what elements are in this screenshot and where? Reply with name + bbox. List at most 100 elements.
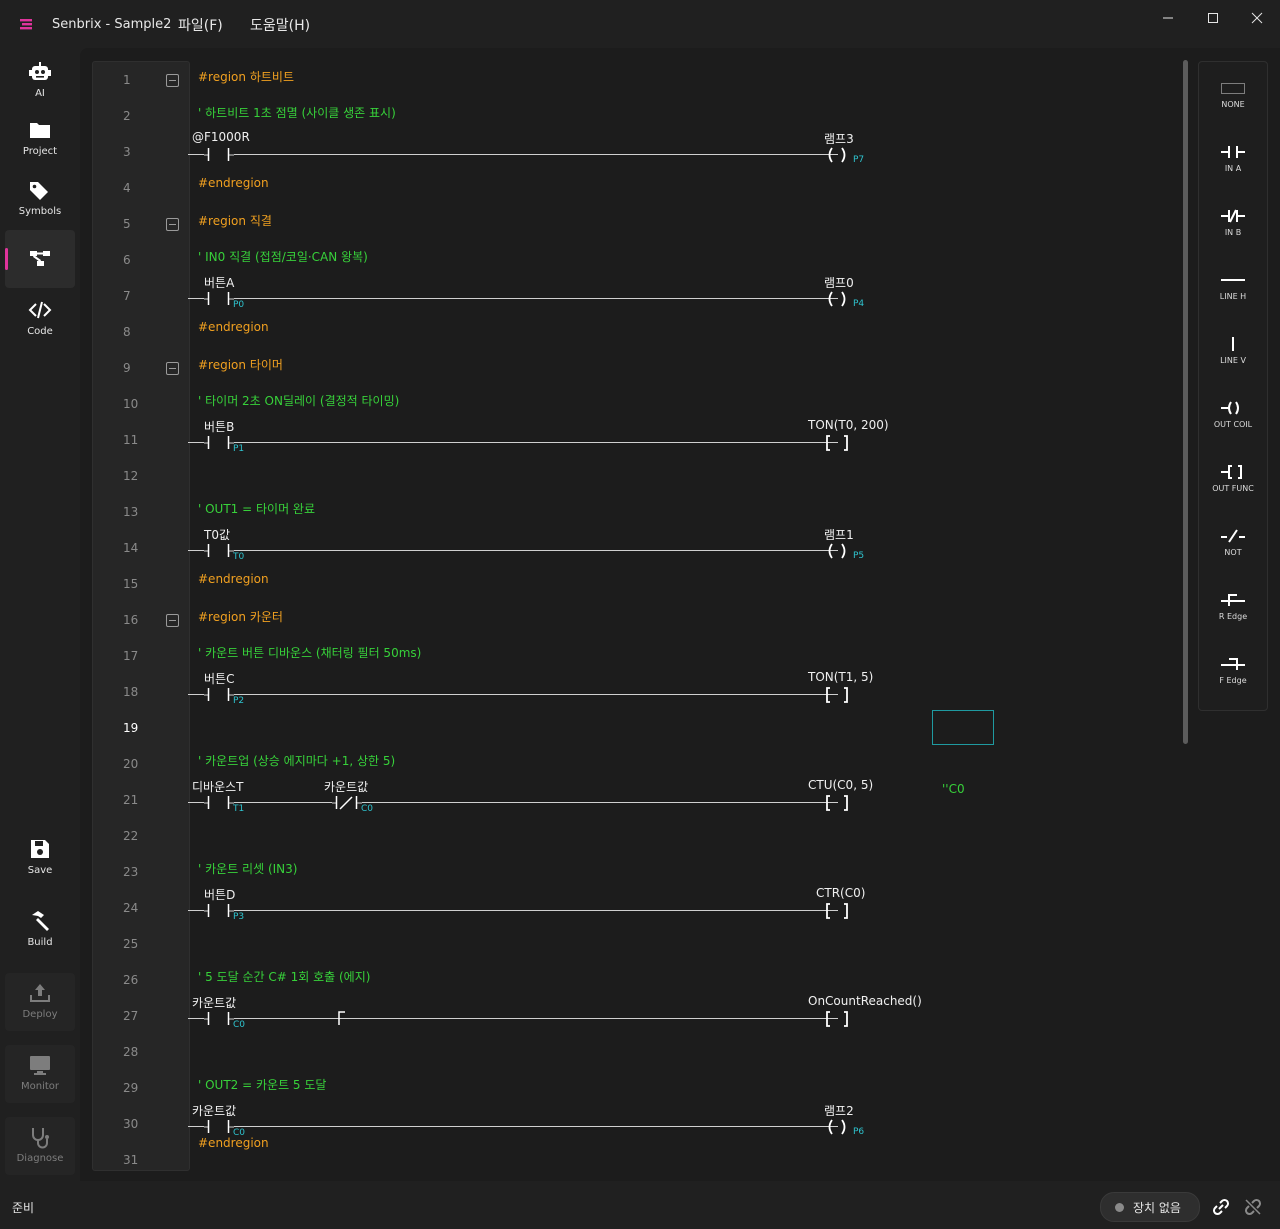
sidebar-item-deploy[interactable]: Deploy xyxy=(5,973,75,1031)
region-end[interactable]: #endregion xyxy=(198,176,269,190)
rung-comment[interactable]: ' 카운트업 (상승 에지마다 +1, 상한 5) xyxy=(198,752,395,769)
palette-in-a[interactable]: IN A xyxy=(1199,126,1267,190)
rung-comment[interactable]: ' OUT1 = 타이머 완료 xyxy=(198,500,315,517)
sidebar-item-project[interactable]: Project xyxy=(5,110,75,168)
side-comment[interactable]: ''C0 xyxy=(942,782,965,796)
output-coil-element[interactable] xyxy=(824,291,852,307)
region-start[interactable]: #region 직결 xyxy=(198,212,272,229)
rising-edge-element[interactable] xyxy=(336,1010,348,1026)
rung-comment[interactable]: ' 타이머 2초 ON딜레이 (결정적 타이밍) xyxy=(198,392,399,409)
palette-not[interactable]: NOT xyxy=(1199,510,1267,574)
monitor-icon xyxy=(30,1056,50,1075)
sidebar-item-ladder[interactable] xyxy=(5,230,75,288)
output-address: P5 xyxy=(853,551,865,561)
rung-wire xyxy=(188,1018,838,1019)
region-start[interactable]: #region 카운터 xyxy=(198,608,283,625)
line-number: 25 xyxy=(123,937,139,951)
output-func-element[interactable] xyxy=(824,795,852,811)
rung-comment[interactable]: ' 카운트 리셋 (IN3) xyxy=(198,860,297,877)
line-number: 5 xyxy=(123,217,131,231)
palette-none[interactable]: NONE xyxy=(1199,62,1267,126)
fold-toggle[interactable] xyxy=(166,218,179,231)
ladder-editor[interactable]: 1 2 3 4 5 6 7 8 9 10 11 12 13 14 15 16 17 18 19 20 21 22 23 24 2… xyxy=(80,48,1280,1181)
contact-a-element[interactable] xyxy=(204,434,234,452)
output-func-element[interactable] xyxy=(824,1011,852,1027)
line-number: 23 xyxy=(123,865,139,879)
close-button[interactable] xyxy=(1237,6,1277,30)
sidebar-item-build[interactable]: Build xyxy=(5,901,75,959)
region-start[interactable]: #region 하트비트 xyxy=(198,68,294,85)
disconnect-link-icon[interactable] xyxy=(1244,1198,1262,1216)
fold-toggle[interactable] xyxy=(166,362,179,375)
title-bar: Senbrix - Sample2 파일(F) 도움말(H) xyxy=(0,0,1280,48)
contact-a-element[interactable] xyxy=(204,794,234,812)
sidebar-item-diagnose[interactable]: Diagnose xyxy=(5,1117,75,1175)
fold-toggle[interactable] xyxy=(166,614,179,627)
output-func-element[interactable] xyxy=(824,687,852,703)
region-end[interactable]: #endregion xyxy=(198,1136,269,1150)
contact-b-element[interactable] xyxy=(332,794,362,812)
sidebar-item-label: Code xyxy=(27,326,53,337)
contact-a-element[interactable] xyxy=(204,542,234,560)
palette-f-edge[interactable]: F Edge xyxy=(1199,638,1267,702)
palette-out-coil[interactable]: OUT COIL xyxy=(1199,382,1267,446)
output-label: CTR(C0) xyxy=(816,886,866,900)
rung-comment[interactable]: ' OUT2 = 카운트 5 도달 xyxy=(198,1076,326,1093)
rung-comment[interactable]: ' 5 도달 순간 C# 1회 호출 (에지) xyxy=(198,968,370,985)
contact-a-element[interactable] xyxy=(204,1010,234,1028)
line-number: 18 xyxy=(123,685,139,699)
vertical-scrollbar[interactable] xyxy=(1183,60,1188,744)
sidebar-item-code[interactable]: Code xyxy=(5,290,75,348)
output-coil-element[interactable] xyxy=(824,147,852,163)
contact-a-element[interactable] xyxy=(204,290,234,308)
contact-b-icon xyxy=(1221,209,1245,223)
sidebar-item-symbols[interactable]: Symbols xyxy=(5,170,75,228)
output-func-element[interactable] xyxy=(824,903,852,919)
contact-label: 버튼C xyxy=(204,672,235,686)
sidebar-item-monitor[interactable]: Monitor xyxy=(5,1045,75,1103)
output-func-element[interactable] xyxy=(824,435,852,451)
app-title: Senbrix - Sample2 xyxy=(52,17,172,32)
folder-icon xyxy=(30,123,50,138)
minimize-icon xyxy=(1163,17,1173,19)
contact-a-element[interactable] xyxy=(204,902,234,920)
cell-cursor[interactable] xyxy=(932,710,994,745)
palette-in-b[interactable]: IN B xyxy=(1199,190,1267,254)
contact-a-element[interactable] xyxy=(204,146,234,164)
contact-a-element[interactable] xyxy=(204,1118,234,1136)
minimize-button[interactable] xyxy=(1148,6,1188,30)
sidebar-item-label: Symbols xyxy=(18,206,62,217)
sidebar-item-label: Project xyxy=(22,146,58,157)
rung-comment[interactable]: ' IN0 직결 (접점/코일·CAN 왕복) xyxy=(198,248,368,265)
device-status-badge[interactable]: 장치 없음 xyxy=(1100,1192,1200,1222)
hammer-icon xyxy=(32,911,49,931)
output-coil-element[interactable] xyxy=(824,1119,852,1135)
contact-label: @F1000R xyxy=(192,130,250,144)
menu-file[interactable]: 파일(F) xyxy=(178,15,223,35)
region-start[interactable]: #region 타이머 xyxy=(198,356,283,373)
sidebar-item-ai[interactable]: AI xyxy=(5,52,75,110)
palette-line-v[interactable]: LINE V xyxy=(1199,318,1267,382)
contact-label: 카운트값 xyxy=(192,996,237,1010)
rung-comment[interactable]: ' 카운트 버튼 디바운스 (채터링 필터 50ms) xyxy=(198,644,421,661)
connect-link-icon[interactable] xyxy=(1212,1198,1230,1216)
contact-a-element[interactable] xyxy=(204,686,234,704)
rung-wire xyxy=(188,550,838,551)
maximize-button[interactable] xyxy=(1193,6,1233,30)
robot-icon xyxy=(29,62,51,80)
menu-help[interactable]: 도움말(H) xyxy=(250,15,310,35)
rung-comment[interactable]: ' 하트비트 1초 점멸 (사이클 생존 표시) xyxy=(198,104,396,121)
palette-out-func[interactable]: OUT FUNC xyxy=(1199,446,1267,510)
fold-toggle[interactable] xyxy=(166,74,179,87)
palette-line-h[interactable]: LINE H xyxy=(1199,254,1267,318)
palette-r-edge[interactable]: R Edge xyxy=(1199,574,1267,638)
output-coil-element[interactable] xyxy=(824,543,852,559)
contact-label: 카운트값 xyxy=(192,1104,237,1118)
line-number: 6 xyxy=(123,253,131,267)
sidebar-item-save[interactable]: Save xyxy=(5,829,75,887)
region-end[interactable]: #endregion xyxy=(198,320,269,334)
sidebar-item-label: Diagnose xyxy=(16,1153,64,1164)
line-number: 4 xyxy=(123,181,131,195)
output-label: TON(T1, 5) xyxy=(808,670,874,684)
region-end[interactable]: #endregion xyxy=(198,572,269,586)
